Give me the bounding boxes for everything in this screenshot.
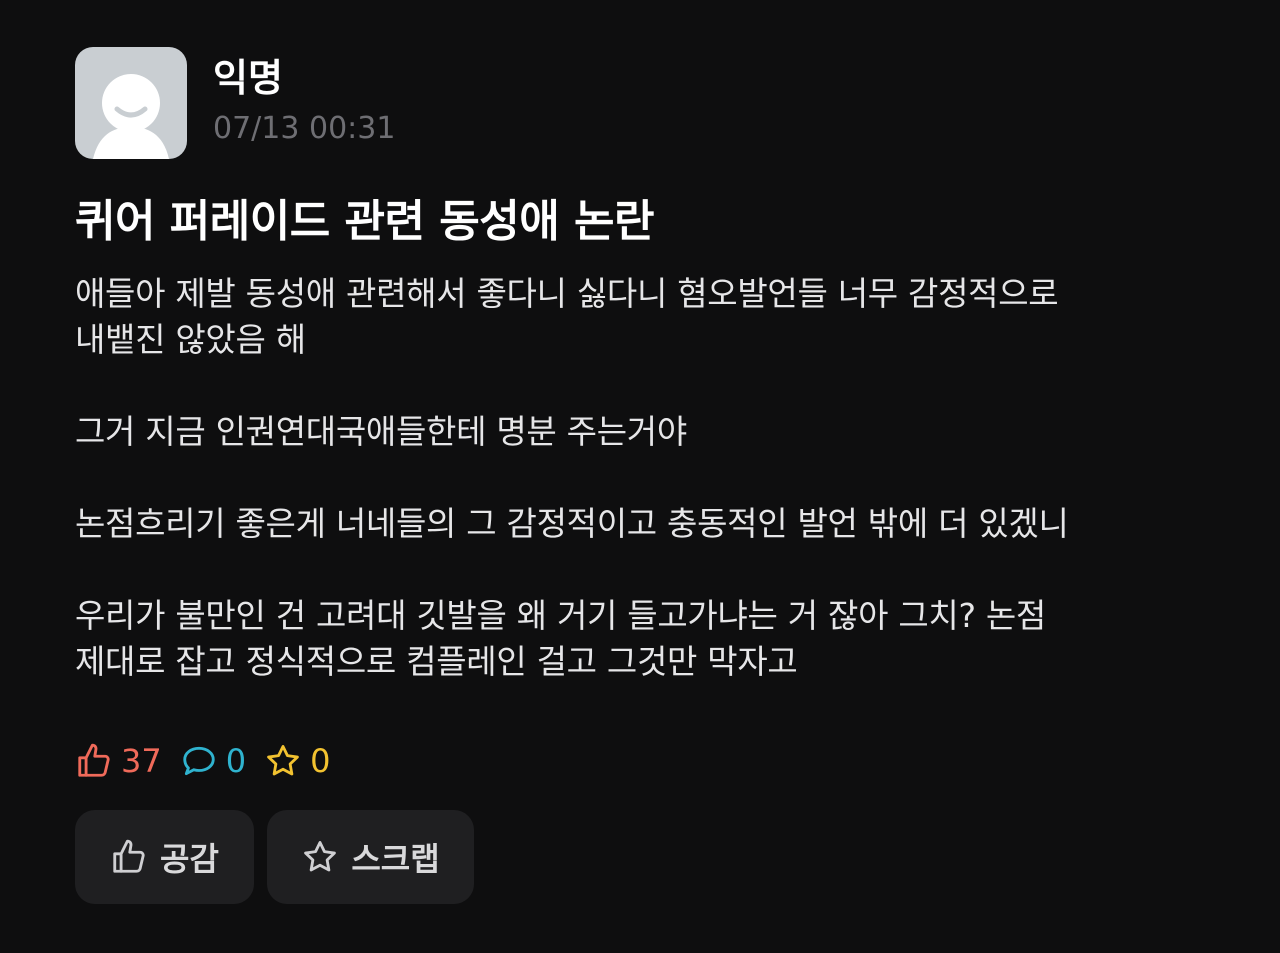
post-title: 퀴어 퍼레이드 관련 동성애 논란: [75, 196, 655, 247]
post-meta: 익명 07/13 00:31: [213, 47, 395, 149]
scrap-count-value: 0: [310, 742, 331, 780]
post-paragraph: 애들아 제발 동성애 관련해서 좋다니 싫다니 혐오발언들 너무 감정적으로 내…: [75, 274, 1059, 359]
post-stats: 37 0 0: [75, 741, 1280, 781]
comment-count: 0: [180, 741, 246, 781]
scrap-button-label: 스크랩: [351, 840, 440, 878]
post-timestamp: 07/13 00:31: [213, 111, 396, 146]
scrap-count: 0: [264, 741, 330, 781]
speech-bubble-icon: [183, 746, 215, 776]
scrap-button[interactable]: 스크랩: [267, 810, 474, 904]
post-header: 익명 07/13 00:31: [75, 47, 1280, 159]
like-count-value: 37: [121, 742, 162, 780]
thumbs-up-icon: [78, 743, 110, 777]
default-profile-icon: [93, 74, 169, 159]
post-actions: 공감 스크랩: [75, 810, 1280, 904]
star-icon: [267, 745, 299, 776]
avatar: [75, 47, 187, 159]
post-paragraph: 우리가 불만인 건 고려대 깃발을 왜 거기 들고가냐는 거 잖아 그치? 논점…: [75, 596, 1046, 681]
like-button[interactable]: 공감: [75, 810, 254, 904]
author-name: 익명: [213, 56, 283, 100]
post-view: 익명 07/13 00:31 퀴어 퍼레이드 관련 동성애 논란 애들아 제발 …: [0, 0, 1280, 953]
post-paragraph: 논점흐리기 좋은게 너네들의 그 감정적이고 충동적인 발언 밖에 더 있겠니: [75, 504, 1069, 543]
like-count: 37: [75, 741, 162, 781]
post-body: 애들아 제발 동성애 관련해서 좋다니 싫다니 혐오발언들 너무 감정적으로 내…: [75, 271, 1185, 685]
thumbs-up-icon: [113, 839, 145, 873]
like-button-label: 공감: [160, 840, 219, 878]
star-icon: [304, 841, 337, 872]
comment-count-value: 0: [225, 742, 247, 780]
post-paragraph: 그거 지금 인권연대국애들한테 명분 주는거야: [75, 412, 687, 451]
